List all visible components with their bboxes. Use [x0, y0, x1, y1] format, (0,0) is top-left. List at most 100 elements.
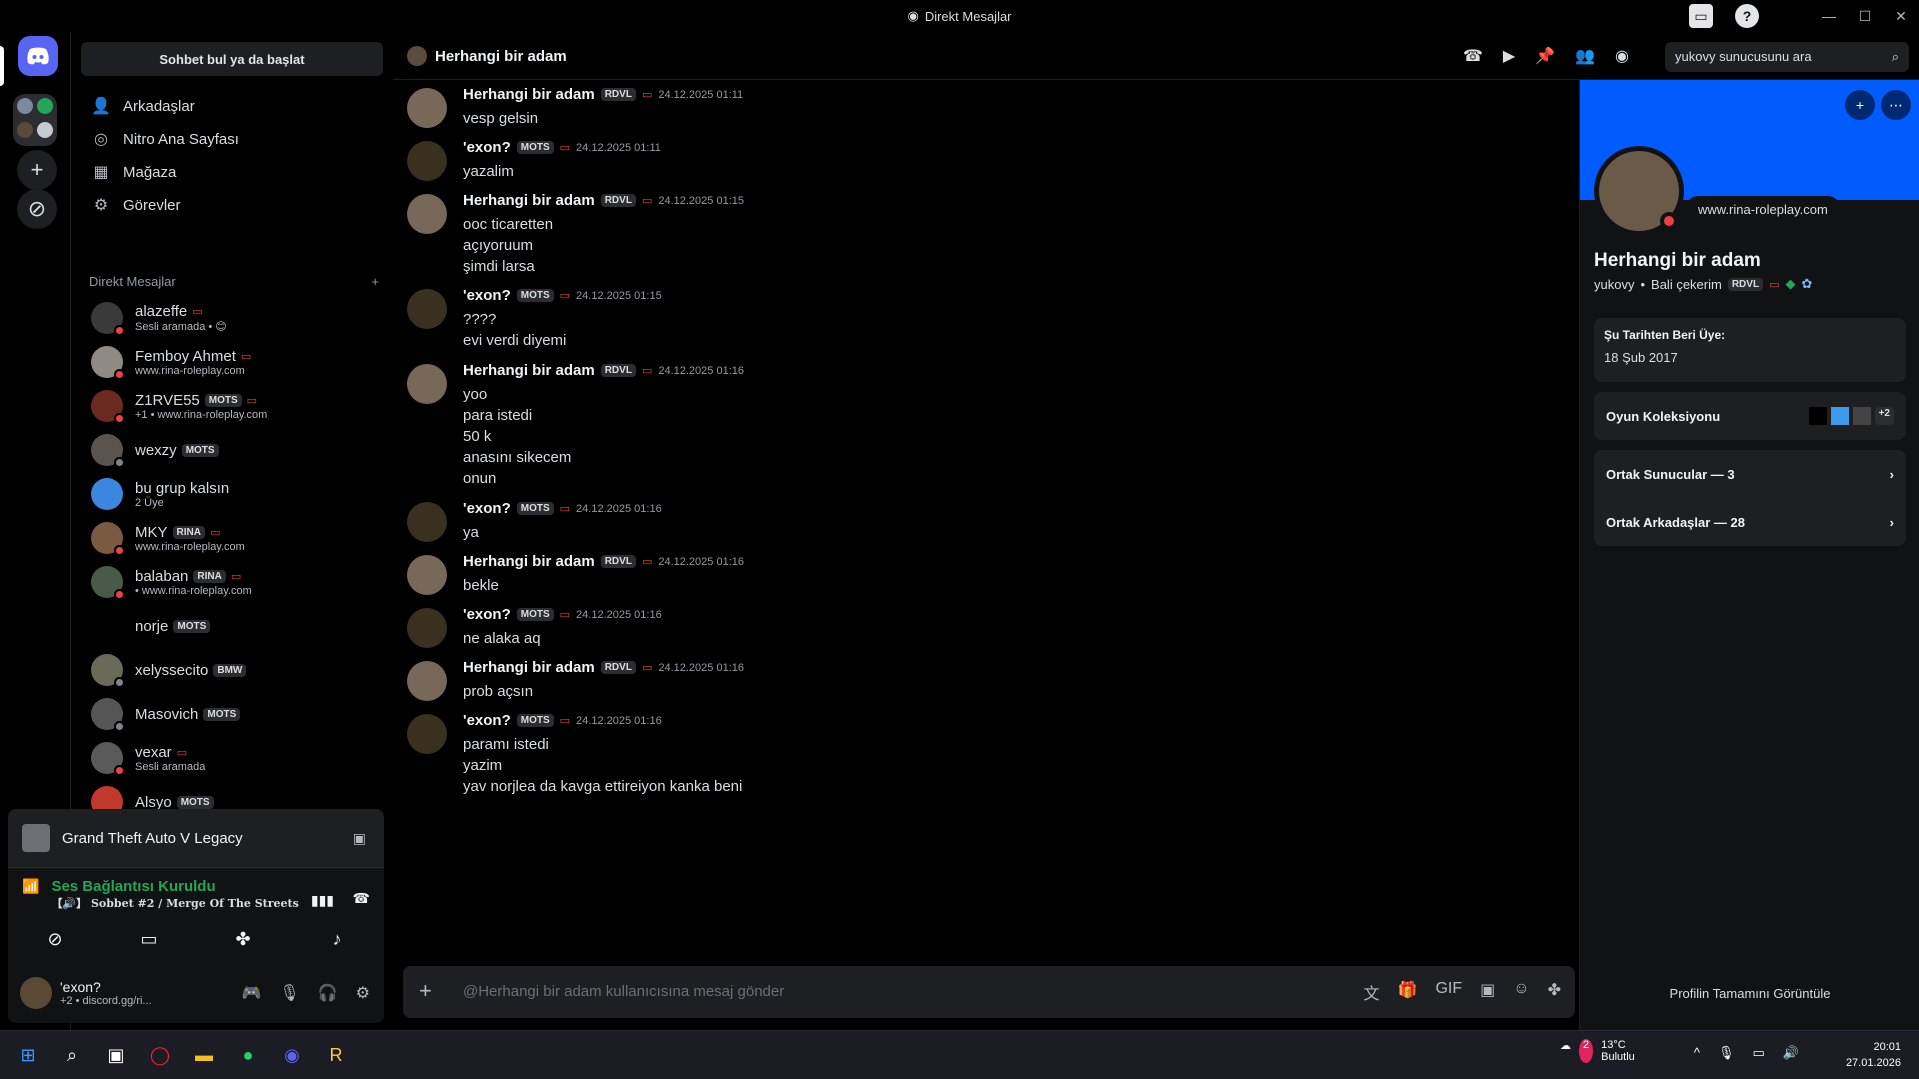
screen-share-icon: ▭ — [1769, 278, 1780, 291]
dm-item[interactable]: MKY RINA ▭ www.rina-roleplay.com — [79, 516, 385, 560]
weather-widget[interactable]: ☁ 2 13°C Bulutlu — [1560, 1039, 1635, 1063]
author-avatar[interactable] — [407, 502, 447, 542]
opera-icon[interactable]: ◯ — [146, 1041, 174, 1069]
dm-item[interactable]: vexar ▭ Sesli aramada — [79, 736, 385, 780]
network-icon[interactable]: ▭ — [1753, 1045, 1765, 1061]
microphone-icon[interactable]: 🎙 — [279, 983, 299, 1003]
nav-quests[interactable]: ⚙ Görevler — [79, 186, 379, 224]
dm-item[interactable]: Z1RVE55 MOTS ▭ +1 • www.rina-roleplay.com — [79, 384, 385, 428]
add-friends-to-dm-icon[interactable]: 👥 — [1575, 46, 1595, 66]
view-full-profile-link[interactable]: Profilin Tamamını Görüntüle — [1580, 986, 1919, 1001]
voice-call-icon[interactable]: ☎ — [1463, 46, 1483, 66]
signal-icon[interactable]: 📶 — [22, 878, 39, 895]
shop-icon: ▦ — [93, 164, 109, 181]
microphone-icon[interactable]: 🎙 — [1718, 1045, 1735, 1061]
avatar — [91, 610, 123, 642]
volume-icon[interactable]: 🔊 — [1783, 1045, 1799, 1061]
activities-icon[interactable]: ✤ — [201, 922, 285, 956]
recipient-avatar — [407, 46, 427, 66]
sticker-icon[interactable]: ▣ — [1480, 980, 1495, 1004]
add-friend-icon[interactable]: + — [1845, 90, 1875, 120]
emoji-icon[interactable]: ☺ — [1513, 980, 1529, 1004]
add-server-button[interactable]: + — [17, 150, 57, 190]
message-composer[interactable]: + @Herhangi bir adam kullanıcısına mesaj… — [403, 966, 1575, 1018]
dm-item[interactable]: Femboy Ahmet ▭ www.rina-roleplay.com — [79, 340, 385, 384]
user-profile-icon[interactable]: ◉ — [1615, 46, 1629, 66]
author-avatar[interactable] — [407, 661, 447, 701]
start-icon[interactable]: ⊞ — [14, 1041, 42, 1069]
help-icon[interactable]: ? — [1735, 4, 1759, 28]
author-avatar[interactable] — [407, 194, 447, 234]
author-avatar[interactable] — [407, 608, 447, 648]
attach-button[interactable]: + — [419, 980, 432, 1002]
noise-suppression-icon[interactable]: ▮▮▮ — [311, 892, 334, 909]
gamepad-icon[interactable]: 🎮 — [242, 983, 262, 1003]
cloud-icon: ☁ — [1560, 1040, 1571, 1052]
mutual-friends-row[interactable]: Ortak Arkadaşlar — 28 › — [1594, 498, 1906, 546]
screen-share-icon: ▭ — [559, 142, 571, 154]
screen-share-icon: ▭ — [559, 609, 571, 621]
dm-item[interactable]: alazeffe ▭ Sesli aramada • 😊 — [79, 296, 385, 340]
translate-icon[interactable]: 文 — [1364, 980, 1380, 1004]
author-avatar[interactable] — [407, 289, 447, 329]
recipient[interactable]: Herhangi bir adam — [407, 46, 567, 66]
dm-item[interactable]: norje MOTS — [79, 604, 385, 648]
author-avatar[interactable] — [407, 364, 447, 404]
explore-icon[interactable]: ⊘ — [17, 189, 57, 229]
author-avatar[interactable] — [407, 141, 447, 181]
task-view-icon[interactable]: ▣ — [102, 1041, 130, 1069]
search-icon[interactable]: ⌕ — [58, 1041, 86, 1069]
avatar — [91, 346, 125, 380]
dm-section-header: Direkt Mesajlar + — [89, 274, 379, 289]
stream-game-icon[interactable]: ▣ — [353, 830, 366, 847]
dm-list: alazeffe ▭ Sesli aramada • 😊 Femboy Ahmet ▭… — [79, 296, 385, 844]
minimize-button[interactable]: — — [1811, 8, 1847, 24]
author-avatar[interactable] — [407, 555, 447, 595]
chevron-up-icon[interactable]: ^ — [1694, 1045, 1700, 1061]
maximize-button[interactable]: ☐ — [1847, 8, 1883, 25]
status-indicator — [1660, 212, 1678, 230]
dm-item[interactable]: xelyssecito BMW — [79, 648, 385, 692]
pin-icon[interactable]: 📌 — [1535, 46, 1555, 66]
avatar — [91, 390, 125, 424]
settings-icon[interactable]: ⚙ — [356, 983, 370, 1003]
dm-item[interactable]: Masovich MOTS — [79, 692, 385, 736]
close-button[interactable]: ✕ — [1883, 8, 1919, 25]
mutual-servers-row[interactable]: Ortak Sunucular — 3 › — [1594, 450, 1906, 498]
profile-avatar[interactable] — [1594, 146, 1684, 236]
apps-icon[interactable]: ✤ — [1548, 980, 1561, 1004]
discord-icon[interactable]: ◉ — [278, 1041, 306, 1069]
camera-off-icon[interactable]: ⊘ — [13, 922, 97, 956]
dm-item[interactable]: wexzy MOTS — [79, 428, 385, 472]
server-folder[interactable] — [13, 94, 57, 146]
file-explorer-icon[interactable]: ▬ — [190, 1041, 218, 1069]
create-dm-icon[interactable]: + — [371, 274, 379, 289]
screen-share-icon: ▭ — [192, 306, 203, 318]
avatar — [91, 566, 125, 600]
soundboard-icon[interactable]: ♪ — [295, 922, 379, 956]
headphones-icon[interactable]: 🎧 — [318, 983, 338, 1003]
clock[interactable]: 20:01 27.01.2026 — [1846, 1039, 1901, 1071]
user-avatar[interactable] — [20, 977, 52, 1009]
dm-item[interactable]: balaban RINA ▭ • www.rina-roleplay.com — [79, 560, 385, 604]
author-avatar[interactable] — [407, 88, 447, 128]
author-avatar[interactable] — [407, 714, 447, 754]
screen-share-icon: ▭ — [559, 290, 571, 302]
find-conversation-button[interactable]: Sohbet bul ya da başlat — [81, 42, 383, 76]
search-input[interactable]: yukovy sunucusunu ara ⌕ — [1665, 42, 1909, 72]
home-button[interactable] — [18, 36, 58, 76]
video-call-icon[interactable]: ▶ — [1503, 46, 1515, 66]
disconnect-icon[interactable]: ☎ — [353, 890, 370, 907]
taskbar: ⊞ ⌕ ▣ ◯ ▬ ● ◉ R ☁ 2 13°C Bulutlu ^ 🎙 ▭ 🔊… — [0, 1030, 1919, 1079]
gif-icon[interactable]: GIF — [1435, 980, 1462, 1004]
screen-share-icon[interactable]: ▭ — [107, 922, 191, 956]
app-icon[interactable]: R — [322, 1041, 350, 1069]
dm-item[interactable]: bu grup kalsın 2 Üye — [79, 472, 385, 516]
game-collection-row[interactable]: Oyun Koleksiyonu +2 — [1594, 392, 1906, 440]
message-input[interactable]: @Herhangi bir adam kullanıcısına mesaj g… — [463, 983, 784, 1000]
game-activity-panel: Grand Theft Auto V Legacy ▣ — [8, 809, 384, 867]
gift-icon[interactable]: 🎁 — [1398, 980, 1418, 1004]
spotify-icon[interactable]: ● — [234, 1041, 262, 1069]
inbox-icon[interactable]: ▭ — [1689, 4, 1713, 28]
more-options-icon[interactable]: ⋯ — [1881, 90, 1911, 120]
